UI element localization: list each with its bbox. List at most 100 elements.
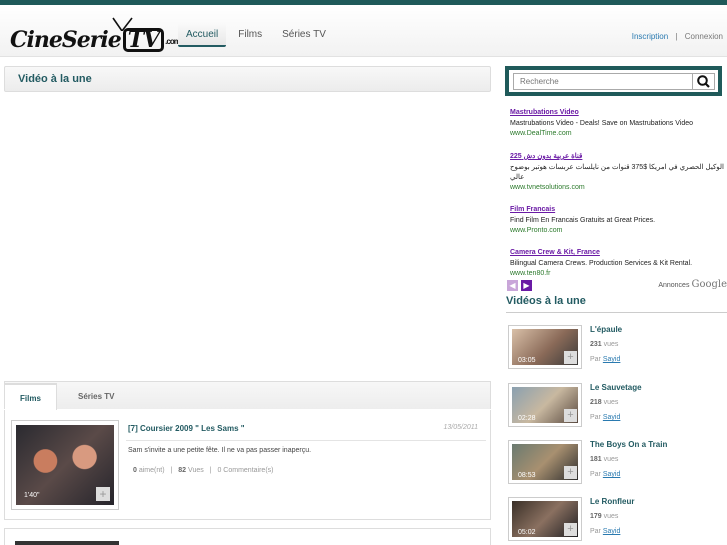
tab-films[interactable]: Films — [5, 383, 57, 410]
video-list-item — [4, 528, 491, 545]
ad-url[interactable]: www.Pronto.com — [510, 227, 727, 234]
likes-label[interactable]: aime(nt) — [139, 467, 165, 474]
add-to-playlist-icon[interactable]: + — [564, 523, 577, 536]
ad-title-link[interactable]: قناة عربية بدون دش 225 — [510, 152, 727, 160]
by-label: Par — [590, 414, 601, 421]
google-logo: Google — [691, 279, 727, 290]
sidebar-video-item: 05:02 + Le Ronfleur 179 vues Par Sayid — [506, 497, 727, 545]
ad-title-link[interactable]: Mastrubations Video — [510, 109, 727, 116]
ad-title-link[interactable]: Camera Crew & Kit, France — [510, 249, 727, 256]
video-title-link[interactable]: [7] Coursier 2009 " Les Sams " — [128, 424, 245, 433]
ad-description: الوكيل الحصري في امريكا $375 قنوات من نا… — [510, 164, 724, 181]
category-tabs: Films Séries TV — [4, 381, 491, 410]
sidebar-thumbnail-image: 03:05 + — [512, 329, 578, 365]
author-link[interactable]: Sayid — [603, 471, 621, 478]
sidebar-video-title[interactable]: L'épaule — [590, 325, 622, 334]
ad-description: Find Film En Francais Gratuits at Great … — [510, 217, 656, 224]
divider — [506, 312, 727, 313]
sidebar-duration: 03:05 — [518, 357, 536, 364]
sidebar-thumbnail[interactable]: 02:28 + — [508, 383, 582, 427]
ad-url[interactable]: www.ten80.fr — [510, 270, 727, 277]
video-thumbnail-image: 1'40" + — [16, 425, 114, 505]
sidebar-views-count: 181 — [590, 456, 602, 463]
video-thumbnail[interactable] — [15, 541, 119, 545]
search-button[interactable] — [692, 73, 715, 90]
sidebar-views-count: 218 — [590, 399, 602, 406]
sidebar-views-label: vues — [603, 341, 619, 348]
video-date: 13/05/2011 — [443, 424, 478, 431]
views-label: Vues — [188, 467, 204, 474]
logo-text: CineSerie — [10, 27, 122, 53]
sidebar-thumbnail[interactable]: 03:05 + — [508, 325, 582, 369]
video-list-item: 1'40" + [7] Coursier 2009 " Les Sams " 1… — [4, 410, 491, 520]
sidebar-views-label: vues — [603, 456, 619, 463]
divider — [126, 440, 486, 441]
sidebar-video-item: 02:28 + Le Sauvetage 218 vues Par Sayid — [506, 383, 727, 439]
ad-title-link[interactable]: Film Francais — [510, 206, 727, 213]
nav-films[interactable]: Films — [230, 23, 270, 47]
sidebar-views-count: 179 — [590, 513, 602, 520]
sidebar-thumbnail-image: 08:53 + — [512, 444, 578, 480]
by-label: Par — [590, 356, 601, 363]
featured-video-title: Vidéo à la une — [18, 73, 92, 85]
sidebar-duration: 05:02 — [518, 529, 536, 536]
sidebar-video-title[interactable]: Le Sauvetage — [590, 383, 642, 392]
sidebar-video-title[interactable]: Le Ronfleur — [590, 497, 634, 506]
ads-prev-icon[interactable]: ◀ — [507, 280, 518, 291]
by-label: Par — [590, 471, 601, 478]
ad-description: Mastrubations Video - Deals! Save on Mas… — [510, 120, 694, 127]
annonces-label: Annonces — [658, 282, 690, 289]
sidebar-author-line: Par Sayid — [590, 414, 620, 421]
sidebar-video-title[interactable]: The Boys On a Train — [590, 440, 667, 449]
logo-wordmark: CineSerie TV .com — [10, 27, 181, 53]
sidebar-author-line: Par Sayid — [590, 471, 620, 478]
ads-by-google[interactable]: Annonces Google — [658, 279, 727, 290]
sidebar-views-label: vues — [603, 399, 619, 406]
sidebar-thumbnail[interactable]: 08:53 + — [508, 440, 582, 484]
ad-item: Mastrubations Video Mastrubations Video … — [510, 109, 727, 137]
sidebar-views: 181 vues — [590, 456, 618, 463]
inscription-link[interactable]: Inscription — [632, 32, 668, 41]
ads-next-icon[interactable]: ▶ — [521, 280, 532, 291]
logo-tv-box: TV — [122, 28, 165, 52]
nav-series-tv[interactable]: Séries TV — [274, 23, 334, 47]
add-to-playlist-icon[interactable]: + — [564, 466, 577, 479]
ad-description: Bilingual Camera Crews. Production Servi… — [510, 260, 693, 267]
search-icon — [697, 75, 710, 88]
search-input[interactable] — [513, 73, 696, 90]
site-logo[interactable]: CineSerie TV .com — [10, 17, 181, 57]
sidebar-thumbnail-image: 05:02 + — [512, 501, 578, 537]
stats-separator: | — [170, 467, 173, 474]
sidebar-thumbnail-image: 02:28 + — [512, 387, 578, 423]
sidebar-title: Vidéos à la une — [506, 295, 586, 307]
video-thumbnail[interactable]: 1'40" + — [11, 420, 119, 510]
ad-item: Camera Crew & Kit, France Bilingual Came… — [510, 249, 727, 277]
add-to-playlist-icon[interactable]: + — [96, 487, 110, 501]
ad-url[interactable]: www.DealTime.com — [510, 130, 727, 137]
sidebar-duration: 08:53 — [518, 472, 536, 479]
sidebar-thumbnail[interactable]: 05:02 + — [508, 497, 582, 541]
ads-pagination: ◀ ▶ — [507, 280, 532, 291]
connexion-link[interactable]: Connexion — [685, 32, 723, 41]
tab-series-tv[interactable]: Séries TV — [63, 383, 129, 410]
site-header: CineSerie TV .com Accueil Films Séries TV … — [0, 5, 727, 57]
likes-count: 0 — [133, 467, 137, 474]
comments-link[interactable]: 0 Commentaire(s) — [217, 467, 273, 474]
video-duration: 1'40" — [24, 492, 40, 499]
author-link[interactable]: Sayid — [603, 528, 621, 535]
add-to-playlist-icon[interactable]: + — [564, 351, 577, 364]
views-count: 82 — [178, 467, 187, 474]
add-to-playlist-icon[interactable]: + — [564, 409, 577, 422]
video-description: Sam s'invite a une petite fête. Il ne va… — [128, 447, 312, 454]
ad-url[interactable]: www.tvnetsolutions.com — [510, 184, 727, 191]
sidebar-views-label: vues — [603, 513, 619, 520]
nav-accueil[interactable]: Accueil — [178, 23, 227, 47]
auth-links: Inscription | Connexion — [632, 32, 723, 41]
author-link[interactable]: Sayid — [603, 356, 621, 363]
ad-item: Film Francais Find Film En Francais Grat… — [510, 206, 727, 234]
author-link[interactable]: Sayid — [603, 414, 621, 421]
sidebar-views: 218 vues — [590, 399, 618, 406]
main-nav: Accueil Films Séries TV — [178, 23, 334, 47]
auth-separator: | — [675, 32, 678, 41]
featured-video-header: Vidéo à la une — [4, 66, 491, 92]
